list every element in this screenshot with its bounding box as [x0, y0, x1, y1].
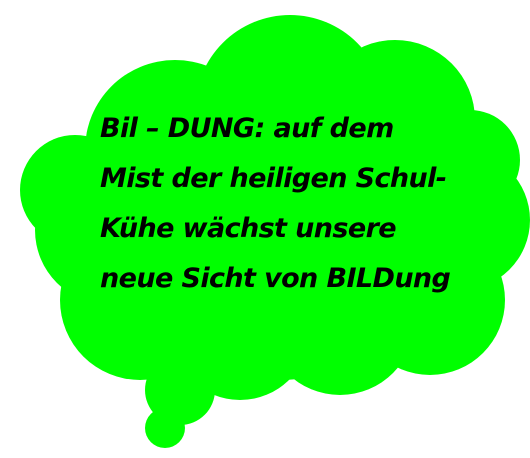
bubble-text-line-4: neue Sicht von BILDung [100, 263, 451, 294]
bubble-text-line-2: Mist der heiligen Schul- [100, 163, 447, 194]
canvas: Bil – DUNG: auf dem Mist der heiligen Sc… [0, 0, 530, 458]
bubble-text: Bil – DUNG: auf dem Mist der heiligen Sc… [100, 104, 460, 304]
bubble-text-line-1: Bil – DUNG: auf dem [100, 113, 394, 144]
bubble-text-line-3: Kühe wächst unsere [100, 213, 397, 244]
